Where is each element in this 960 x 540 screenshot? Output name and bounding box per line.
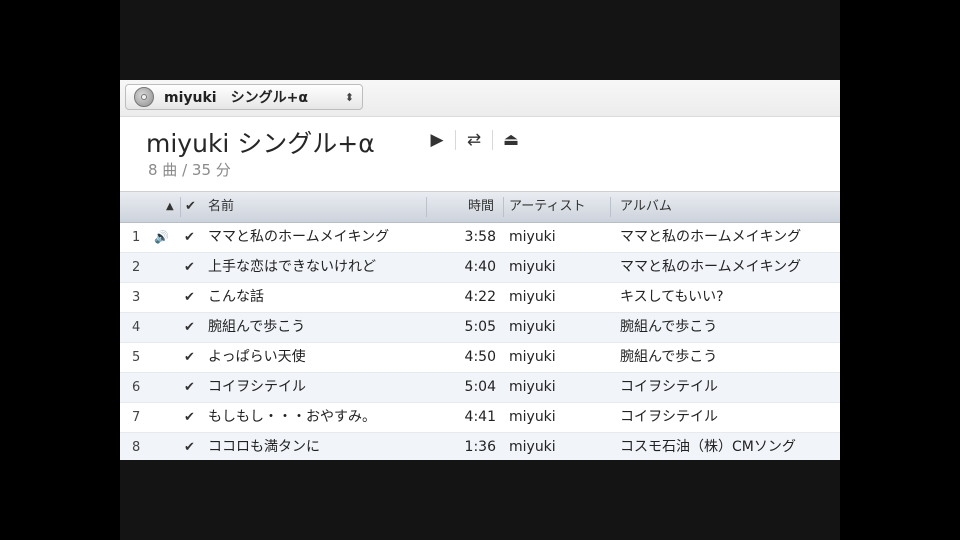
divider bbox=[426, 197, 427, 217]
track-artist: miyuki bbox=[509, 229, 556, 245]
track-name: ココロも満タンに bbox=[208, 439, 320, 455]
track-checkbox[interactable]: ✔ bbox=[184, 283, 198, 312]
toolbar: miyuki シングル+α ⬍ bbox=[120, 80, 840, 117]
track-checkbox[interactable]: ✔ bbox=[184, 253, 198, 282]
track-time: 4:40 bbox=[464, 259, 496, 275]
track-artist: miyuki bbox=[509, 379, 556, 395]
track-checkbox[interactable]: ✔ bbox=[184, 223, 198, 252]
track-row[interactable]: 4 ✔ 腕組んで歩こう 5:05 miyuki 腕組んで歩こう bbox=[120, 313, 840, 343]
divider bbox=[180, 197, 181, 217]
track-name: ママと私のホームメイキング bbox=[208, 229, 390, 245]
column-header-artist[interactable]: アーティスト bbox=[509, 192, 585, 222]
track-time: 5:05 bbox=[464, 319, 496, 335]
track-row[interactable]: 1 🔊 ✔ ママと私のホームメイキング 3:58 miyuki ママと私のホーム… bbox=[120, 223, 840, 253]
track-checkbox[interactable]: ✔ bbox=[184, 373, 198, 402]
track-artist: miyuki bbox=[509, 409, 556, 425]
letterbox-left bbox=[0, 0, 120, 540]
letterbox-right bbox=[840, 0, 960, 540]
updown-arrows-icon: ⬍ bbox=[344, 90, 354, 104]
track-name: よっぱらい天使 bbox=[208, 349, 306, 365]
divider bbox=[455, 130, 456, 150]
eject-icon[interactable]: ⏏ bbox=[496, 125, 526, 155]
letterbox-top bbox=[120, 0, 840, 80]
track-row[interactable]: 6 ✔ コイヲシテイル 5:04 miyuki コイヲシテイル bbox=[120, 373, 840, 403]
sort-ascending-icon[interactable]: ▲ bbox=[166, 192, 174, 222]
track-number: 8 bbox=[132, 440, 141, 455]
column-header-bar: ▲ ✔ 名前 時間 アーティスト アルバム bbox=[120, 192, 840, 223]
track-artist: miyuki bbox=[509, 259, 556, 275]
track-artist: miyuki bbox=[509, 319, 556, 335]
speaker-icon: 🔊 bbox=[154, 230, 169, 244]
track-number: 1 bbox=[132, 230, 141, 245]
track-row[interactable]: 7 ✔ もしもし・・・おやすみ。 4:41 miyuki コイヲシテイル bbox=[120, 403, 840, 433]
track-checkbox[interactable]: ✔ bbox=[184, 343, 198, 372]
source-popup-label: miyuki シングル+α bbox=[164, 90, 308, 106]
track-row[interactable]: 8 ✔ ココロも満タンに 1:36 miyuki コスモ石油（株）CMソング bbox=[120, 433, 840, 460]
track-time: 5:04 bbox=[464, 379, 496, 395]
track-number: 7 bbox=[132, 410, 141, 425]
itunes-window: miyuki シングル+α ⬍ miyuki シングル+α 8 曲 / 35 分… bbox=[120, 80, 840, 460]
track-artist: miyuki bbox=[509, 439, 556, 455]
track-time: 3:58 bbox=[464, 229, 496, 245]
letterbox-bottom bbox=[120, 460, 840, 540]
track-checkbox[interactable]: ✔ bbox=[184, 403, 198, 432]
track-name: 腕組んで歩こう bbox=[208, 319, 306, 335]
track-checkbox[interactable]: ✔ bbox=[184, 313, 198, 342]
track-list: 1 🔊 ✔ ママと私のホームメイキング 3:58 miyuki ママと私のホーム… bbox=[120, 223, 840, 460]
cd-icon bbox=[134, 87, 154, 107]
column-header-check[interactable]: ✔ bbox=[185, 192, 196, 222]
track-name: 上手な恋はできないけれど bbox=[208, 259, 376, 275]
track-artist: miyuki bbox=[509, 349, 556, 365]
track-row[interactable]: 3 ✔ こんな話 4:22 miyuki キスしてもいい? bbox=[120, 283, 840, 313]
track-time: 4:50 bbox=[464, 349, 496, 365]
column-header-album[interactable]: アルバム bbox=[620, 192, 672, 222]
track-name: コイヲシテイル bbox=[208, 379, 306, 395]
track-album: コイヲシテイル bbox=[620, 379, 718, 395]
track-time: 4:41 bbox=[464, 409, 496, 425]
track-album: キスしてもいい? bbox=[620, 289, 724, 305]
shuffle-icon[interactable]: ⇄ bbox=[459, 125, 489, 155]
playlist-controls: ▶ ⇄ ⏏ bbox=[422, 125, 526, 155]
track-album: コイヲシテイル bbox=[620, 409, 718, 425]
track-number: 5 bbox=[132, 350, 141, 365]
track-number: 2 bbox=[132, 260, 141, 275]
divider bbox=[610, 197, 611, 217]
track-time: 4:22 bbox=[464, 289, 496, 305]
track-name: こんな話 bbox=[208, 289, 264, 305]
track-number: 6 bbox=[132, 380, 141, 395]
divider bbox=[492, 130, 493, 150]
track-album: ママと私のホームメイキング bbox=[620, 259, 802, 275]
play-icon[interactable]: ▶ bbox=[422, 125, 452, 155]
track-row[interactable]: 5 ✔ よっぱらい天使 4:50 miyuki 腕組んで歩こう bbox=[120, 343, 840, 373]
track-artist: miyuki bbox=[509, 289, 556, 305]
track-album: コスモ石油（株）CMソング bbox=[620, 439, 796, 455]
track-album: 腕組んで歩こう bbox=[620, 349, 718, 365]
column-header-time[interactable]: 時間 bbox=[468, 192, 494, 222]
playlist-header: miyuki シングル+α 8 曲 / 35 分 ▶ ⇄ ⏏ bbox=[120, 117, 840, 192]
track-name: もしもし・・・おやすみ。 bbox=[208, 409, 376, 425]
track-checkbox[interactable]: ✔ bbox=[184, 433, 198, 460]
column-header-name[interactable]: 名前 bbox=[208, 192, 234, 222]
track-row[interactable]: 2 ✔ 上手な恋はできないけれど 4:40 miyuki ママと私のホームメイキ… bbox=[120, 253, 840, 283]
playlist-title: miyuki シングル+α bbox=[146, 129, 375, 158]
source-popup-button[interactable]: miyuki シングル+α ⬍ bbox=[125, 84, 363, 110]
playlist-summary: 8 曲 / 35 分 bbox=[148, 161, 231, 179]
track-number: 3 bbox=[132, 290, 141, 305]
track-time: 1:36 bbox=[464, 439, 496, 455]
divider bbox=[503, 197, 504, 217]
track-album: 腕組んで歩こう bbox=[620, 319, 718, 335]
track-album: ママと私のホームメイキング bbox=[620, 229, 802, 245]
track-number: 4 bbox=[132, 320, 141, 335]
